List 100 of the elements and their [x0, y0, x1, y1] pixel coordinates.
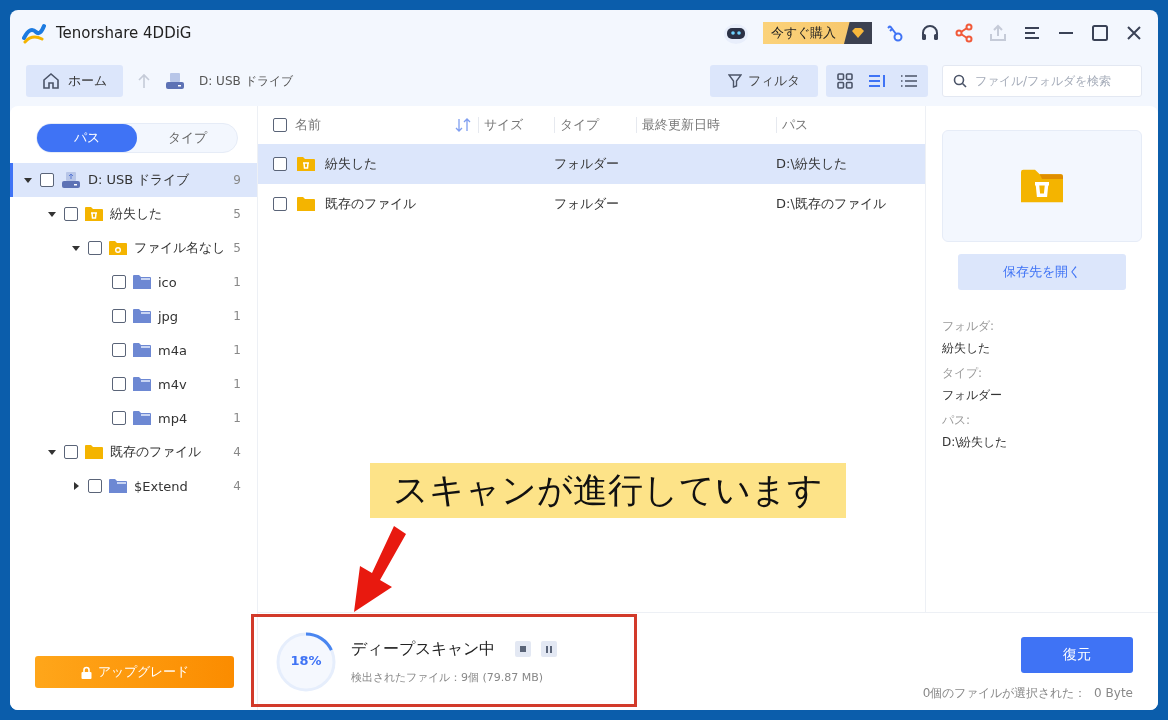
view-tab[interactable]: タイプ: [137, 124, 237, 152]
folder-icon: [133, 342, 151, 358]
tree-item[interactable]: jpg 1: [10, 299, 257, 333]
list-icon: [900, 73, 918, 89]
tree-item-label: m4v: [158, 376, 188, 392]
checkbox[interactable]: [40, 173, 54, 187]
checkbox[interactable]: [112, 377, 126, 391]
tree-item-label: mp4: [158, 410, 189, 426]
file-name: 既存のファイル: [325, 195, 416, 213]
file-path: D:\既存のファイル: [776, 195, 887, 213]
field-value: フォルダー: [942, 387, 1003, 404]
maximize-icon[interactable]: [1090, 23, 1110, 43]
folder-icon: [109, 240, 127, 256]
folder-icon: [85, 444, 103, 460]
checkbox[interactable]: [112, 275, 126, 289]
file-name: 紛失した: [325, 155, 377, 173]
item-count: 9: [233, 173, 241, 187]
search-field[interactable]: ファイル/フォルダを検索: [942, 65, 1142, 97]
trash-folder-icon: [1021, 167, 1063, 205]
column-header[interactable]: 最終更新日時: [636, 117, 776, 133]
column-header[interactable]: 名前: [295, 116, 321, 134]
item-count: 1: [233, 377, 241, 391]
tree-item[interactable]: D: USB ドライブ 9: [10, 163, 257, 197]
checkbox[interactable]: [64, 445, 78, 459]
tree-item[interactable]: ico 1: [10, 265, 257, 299]
robot-icon[interactable]: [723, 21, 749, 45]
grid-icon: [837, 73, 853, 89]
home-button[interactable]: ホーム: [26, 65, 123, 97]
expanded-arrow-icon[interactable]: [48, 210, 56, 218]
field-value: D:\紛失した: [942, 434, 1009, 451]
tree-item[interactable]: 紛失した 5: [10, 197, 257, 231]
collapsed-arrow-icon[interactable]: [72, 482, 80, 490]
folder-icon: [133, 410, 151, 426]
filter-icon: [728, 74, 742, 88]
view-tab[interactable]: パス: [37, 124, 137, 152]
window-title: Tenorshare 4DDiG: [56, 24, 193, 42]
share-icon[interactable]: [954, 23, 974, 43]
callout-label: スキャンが進行しています: [370, 463, 846, 518]
location-text: D: USB ドライブ: [199, 72, 294, 90]
table-row[interactable]: 既存のファイル フォルダー D:\既存のファイル: [258, 184, 925, 224]
filter-button[interactable]: フィルタ: [710, 65, 818, 97]
recover-button[interactable]: 復元: [1021, 637, 1133, 673]
lock-icon: [80, 665, 92, 679]
tree-item-label: 紛失した: [110, 205, 163, 223]
detail-view-icon: [868, 73, 886, 89]
checkbox[interactable]: [64, 207, 78, 221]
item-count: 1: [233, 411, 241, 425]
checkbox[interactable]: [273, 157, 287, 171]
home-icon: [42, 72, 60, 90]
trash-folder-icon: [85, 206, 103, 222]
checkbox[interactable]: [112, 309, 126, 323]
item-count: 4: [233, 479, 241, 493]
tree-item-label: $Extend: [134, 478, 189, 494]
tree-item-label: ファイル名なし: [134, 239, 226, 257]
expanded-arrow-icon[interactable]: [24, 176, 32, 184]
tree-item-label: ico: [158, 274, 178, 290]
tree-item-label: D: USB ドライブ: [88, 171, 191, 189]
tree-item[interactable]: $Extend 4: [10, 469, 257, 503]
column-header[interactable]: タイプ: [554, 117, 636, 133]
drive-icon: [165, 72, 185, 90]
field-label: タイプ:: [942, 365, 984, 382]
stop-icon: [520, 646, 526, 652]
tree-item-label: m4a: [158, 342, 188, 358]
folder-icon: [133, 376, 151, 392]
item-count: 1: [233, 275, 241, 289]
tree-item[interactable]: ファイル名なし 5: [10, 231, 257, 265]
table-row[interactable]: 紛失した フォルダー D:\紛失した: [258, 144, 925, 184]
item-count: 5: [233, 207, 241, 221]
column-header[interactable]: パス: [776, 117, 925, 133]
buy-button[interactable]: 今すぐ購入: [763, 22, 872, 44]
app-logo-icon: [22, 22, 46, 44]
folder-icon: [109, 478, 127, 494]
tree-item[interactable]: mp4 1: [10, 401, 257, 435]
tree-item[interactable]: m4a 1: [10, 333, 257, 367]
checkbox[interactable]: [88, 479, 102, 493]
column-header[interactable]: サイズ: [478, 117, 554, 133]
tree-item[interactable]: 既存のファイル 4: [10, 435, 257, 469]
field-label: フォルダ:: [942, 318, 996, 335]
selection-summary: 0個のファイルが選択された： 0 Byte: [922, 685, 1133, 702]
file-type: フォルダー: [554, 155, 620, 173]
checkbox[interactable]: [273, 197, 287, 211]
found-files-text: 検出されたファイル：9個 (79.87 MB): [351, 669, 545, 685]
checkbox[interactable]: [112, 343, 126, 357]
diamond-icon: [851, 27, 865, 39]
sort-icon[interactable]: [454, 118, 472, 132]
checkbox[interactable]: [112, 411, 126, 425]
open-location-button[interactable]: 保存先を開く: [958, 254, 1126, 290]
tree-item-label: jpg: [158, 308, 180, 324]
select-all-checkbox[interactable]: [273, 118, 287, 132]
stop-button[interactable]: [515, 641, 531, 657]
tree-item[interactable]: m4v 1: [10, 367, 257, 401]
item-count: 1: [233, 309, 241, 323]
expanded-arrow-icon[interactable]: [72, 244, 80, 252]
expanded-arrow-icon[interactable]: [48, 448, 56, 456]
checkbox[interactable]: [88, 241, 102, 255]
headset-icon[interactable]: [920, 23, 940, 43]
pause-button[interactable]: [541, 641, 557, 657]
file-type: フォルダー: [554, 195, 620, 213]
folder-icon: [133, 274, 151, 290]
folder-icon: [297, 196, 315, 212]
